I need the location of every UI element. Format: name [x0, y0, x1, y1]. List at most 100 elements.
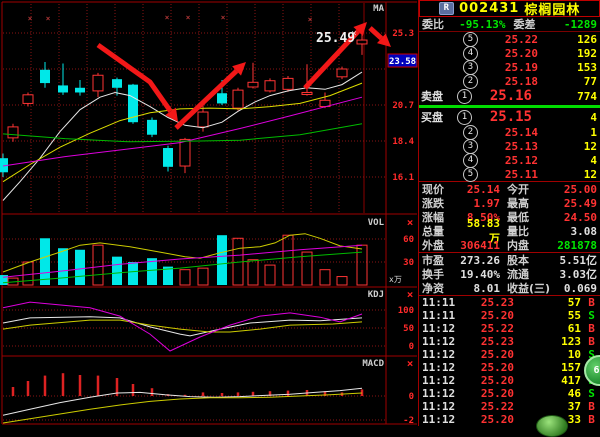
ask-1-row[interactable]: 卖盘125.16774 [419, 88, 600, 104]
candle-body [163, 148, 173, 167]
tick-time: 11:12 [422, 361, 458, 374]
kdj-axis-label: 0 [409, 342, 414, 352]
tick-side-flag: B [586, 335, 597, 348]
mascot-icon[interactable] [536, 415, 568, 437]
level-number-icon: 1 [457, 89, 472, 104]
weibi-label: 委比 [422, 16, 444, 32]
stat-value: 3.08 [557, 225, 597, 238]
candle-body [302, 92, 312, 94]
ask-1-volume: 774 [532, 90, 600, 103]
tick-list: 11:1125.2357B11:1125.2055S11:1225.2261B1… [419, 295, 600, 426]
pane-label-vol: VOL [368, 218, 385, 228]
annotation-cross-icon: × [351, 29, 356, 39]
ask-level-volume: 192 [538, 47, 600, 60]
vol-axis-label: 60 [403, 235, 414, 245]
tick-time: 11:12 [422, 387, 458, 400]
candle-body [8, 127, 18, 138]
candle-body [93, 75, 103, 91]
volume-bar [112, 257, 122, 285]
pane-label-macd: MACD [362, 359, 384, 369]
quote-stat-row: 换手19.40%流通3.03亿 [419, 267, 600, 281]
tick-volume: 55 [514, 309, 586, 322]
stat-value: 0.069 [557, 282, 597, 295]
bid-level-volume: 12 [538, 140, 600, 153]
kdj-line-J [3, 302, 362, 351]
candle-body [337, 69, 347, 77]
bid-1-volume: 4 [532, 111, 600, 124]
close-kdj-pane-icon[interactable]: × [407, 288, 414, 301]
ask-level-volume: 126 [538, 33, 600, 46]
tick-row: 11:1225.2033B [419, 413, 600, 426]
weicha-value: -1289 [536, 18, 598, 31]
candle-body [217, 93, 227, 103]
quote-stat-row: 现价25.14今开25.00 [419, 182, 600, 196]
quote-stat-row: 外盘306411内盘281878 [419, 238, 600, 252]
event-marker-icon: × [186, 13, 191, 22]
quote-stat-row: 涨幅8.50%最低24.50 [419, 210, 600, 224]
candle-body [112, 79, 122, 88]
stat-value: 273.26 [460, 254, 500, 267]
volume-bar [283, 235, 293, 285]
tick-volume: 46 [514, 387, 586, 400]
bid-level-row[interactable]: 325.1312 [419, 139, 600, 153]
volume-bar [180, 270, 190, 285]
event-marker-icon: × [308, 15, 313, 24]
level-number-icon: 5 [463, 32, 478, 47]
quote-stat-row: 净资8.01收益(三)0.069 [419, 281, 600, 295]
stat-value: 25.14 [460, 183, 500, 196]
bid-1-row[interactable]: 买盘125.154 [419, 109, 600, 125]
ma-line-MA5 [3, 72, 362, 200]
volume-bar [58, 248, 68, 285]
tick-side-flag: S [586, 309, 597, 322]
ask-level-row[interactable]: 225.1877 [419, 74, 600, 88]
volume-bar [320, 270, 330, 285]
ask-levels: 525.22126425.20192325.19153225.1877 [419, 32, 600, 88]
ask-level-row[interactable]: 425.20192 [419, 46, 600, 60]
macd-line-DEA [3, 393, 362, 423]
annotation-arrow [370, 28, 381, 38]
candle-body [180, 139, 190, 166]
tick-row: 11:1225.2010S [419, 348, 600, 361]
stat-value: 3.03亿 [557, 266, 597, 282]
pane-label-ma: MA [373, 4, 384, 14]
close-macd-pane-icon[interactable]: × [407, 357, 414, 370]
ask-level-row[interactable]: 325.19153 [419, 60, 600, 74]
tick-time: 11:11 [422, 296, 458, 309]
vol-unit-label: x万 [389, 275, 402, 284]
tick-row: 11:1225.2261B [419, 322, 600, 335]
tick-volume: 10 [514, 348, 586, 361]
tick-price: 25.23 [458, 335, 514, 348]
stat-value: 1.97 [460, 197, 500, 210]
stock-code: 002431 [459, 1, 519, 16]
bid-level-row[interactable]: 225.141 [419, 125, 600, 139]
tick-time: 11:12 [422, 413, 458, 426]
ma-line-MA10 [3, 83, 362, 182]
volume-bar [337, 277, 347, 285]
ask-1-side-label: 卖盘 [419, 88, 457, 104]
quote-stat-row: 市盈273.26股本5.51亿 [419, 253, 600, 267]
tick-side-flag: B [586, 400, 597, 413]
vol-ma-line-VOLMA10 [3, 245, 362, 277]
stat-label: 净资 [422, 280, 460, 296]
bid-level-row[interactable]: 525.1112 [419, 167, 600, 181]
weicha-label: 委差 [514, 16, 536, 32]
level-number-icon: 3 [463, 60, 478, 75]
volume-bar [75, 250, 85, 285]
bid-level-row[interactable]: 425.124 [419, 153, 600, 167]
ask-level-price: 25.18 [478, 75, 538, 88]
stat-value: 306411 [460, 239, 500, 252]
volume-bar [217, 235, 227, 285]
bid-1-row[interactable]: 买盘125.154 [419, 109, 600, 125]
tick-price: 25.20 [458, 309, 514, 322]
spread-divider [419, 105, 600, 108]
ask-1-row[interactable]: 卖盘125.16774 [419, 88, 600, 104]
ask-level-row[interactable]: 525.22126 [419, 32, 600, 46]
quote-panel: R 002431 棕榈园林 委比 -95.13% 委差 -1289 525.22… [418, 0, 600, 426]
ask-level-volume: 153 [538, 61, 600, 74]
tick-side-flag: B [586, 296, 597, 309]
volume-bar [357, 245, 367, 285]
close-vol-pane-icon[interactable]: × [407, 216, 414, 229]
stat-value: 25.00 [557, 183, 597, 196]
quote-stats-group-2: 市盈273.26股本5.51亿换手19.40%流通3.03亿净资8.01收益(三… [419, 252, 600, 295]
candle-body [248, 82, 258, 87]
